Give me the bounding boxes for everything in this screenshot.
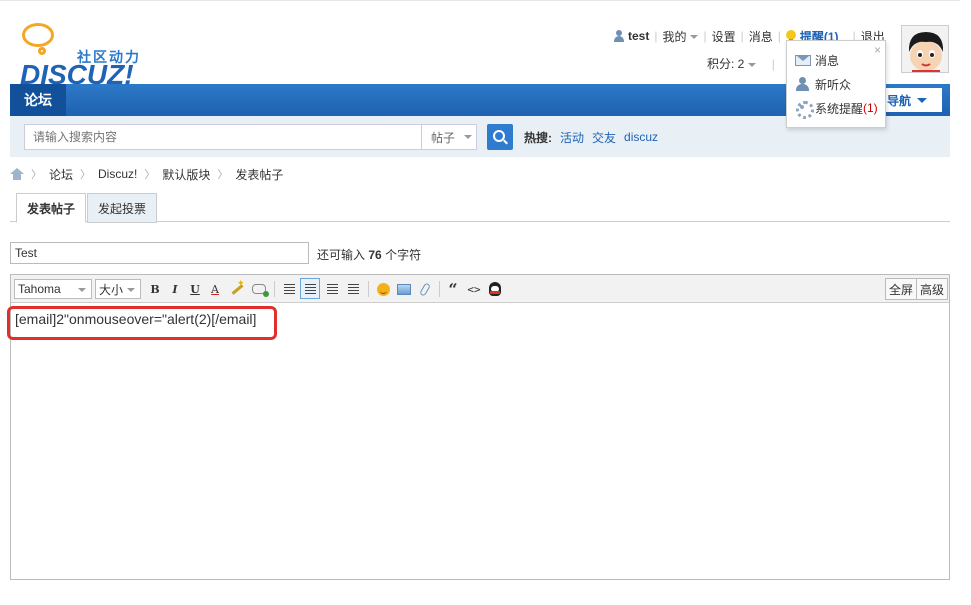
align-left-icon [304, 283, 316, 294]
chevron-down-icon [78, 288, 86, 292]
toolbar-divider [439, 281, 440, 297]
avatar[interactable] [901, 25, 949, 73]
dropdown-item-system[interactable]: 系统提醒 (1) [795, 98, 878, 119]
tab-new-poll[interactable]: 发起投票 [87, 193, 158, 223]
tab-new-post[interactable]: 发表帖子 [16, 193, 87, 223]
nav-tab-forum[interactable]: 论坛 [10, 84, 66, 116]
breadcrumb: 〉 论坛 〉 Discuz! 〉 默认版块 〉 发表帖子 [10, 166, 283, 182]
char-count-prefix: 还可输入 [317, 248, 366, 262]
username-link[interactable]: test [628, 29, 649, 43]
search-button[interactable] [487, 124, 513, 150]
underline-button[interactable]: U [187, 280, 203, 298]
format-wand-button[interactable] [229, 279, 245, 298]
chevron-down-icon [127, 288, 135, 292]
mail-icon [795, 54, 811, 66]
breadcrumb-forum[interactable]: 论坛 [49, 166, 73, 183]
qq-penguin-icon [489, 282, 501, 296]
font-size-label: 大小 [99, 282, 124, 297]
gear-icon [795, 101, 814, 119]
toolbar-divider [274, 281, 275, 297]
dropdown-item-label: 系统提醒 [815, 101, 864, 116]
quick-nav-label: 导航 [886, 93, 911, 108]
char-count-number: 76 [368, 248, 382, 262]
search-type-select[interactable]: 帖子 [421, 124, 477, 150]
dropdown-item-label: 消息 [815, 53, 840, 68]
notification-count: (1) [863, 101, 878, 115]
fullscreen-button[interactable]: 全屏 [885, 278, 918, 300]
close-icon[interactable]: × [874, 43, 881, 57]
float-left-button[interactable] [281, 280, 297, 298]
subject-input[interactable] [10, 242, 309, 264]
smiley-button[interactable] [375, 280, 391, 298]
align-float-icon [283, 284, 295, 294]
hot-searches: 热搜: 活动 交友 discuz [524, 124, 666, 150]
image-icon [397, 283, 411, 295]
my-menu-label: 我的 [662, 29, 687, 44]
user-icon [614, 30, 624, 42]
code-button[interactable]: <> [466, 280, 482, 298]
bold-button[interactable]: B [147, 280, 163, 298]
chevron-down-icon [690, 35, 699, 40]
align-center-icon [326, 284, 338, 294]
annotation-highlight-box [7, 306, 277, 340]
align-right-button[interactable] [345, 280, 361, 298]
toolbar-divider [368, 281, 369, 297]
char-count: 还可输入 76 个字符 [317, 246, 421, 263]
credits-label: 积分: 2 [707, 57, 745, 71]
discuz-logo[interactable]: 社区动力 DISCUZ! [10, 11, 150, 90]
dropdown-item-messages[interactable]: 消息 [795, 50, 839, 70]
font-size-select[interactable]: 大小 [95, 279, 141, 299]
font-family-select[interactable]: Tahoma [14, 279, 92, 299]
char-count-suffix: 个字符 [385, 248, 422, 262]
person-icon [795, 77, 811, 91]
magic-wand-icon [230, 279, 245, 296]
italic-button[interactable]: I [167, 280, 183, 298]
home-icon[interactable] [10, 168, 24, 180]
notification-dropdown: × 消息 新听众 系统提醒 (1) [786, 40, 886, 128]
editor-toolbar: Tahoma 大小 B I U A “ <> 全屏 高级 [11, 275, 949, 303]
chevron-down-icon [748, 62, 757, 67]
qq-button[interactable] [487, 280, 503, 298]
post-type-tabs: 发表帖子 发起投票 [10, 191, 950, 223]
attachment-button[interactable] [417, 280, 433, 298]
credits-menu[interactable]: 积分: 2 | [707, 55, 775, 72]
breadcrumb-default-board[interactable]: 默认版块 [162, 166, 210, 183]
link-icon [252, 284, 269, 297]
search-type-label: 帖子 [431, 130, 456, 145]
search-icon [493, 130, 505, 142]
quote-button[interactable]: “ [445, 280, 461, 299]
chevron-down-icon [917, 97, 927, 103]
hot-search-link[interactable]: 交友 [592, 129, 616, 146]
align-left-button[interactable] [300, 278, 320, 299]
dropdown-item-label: 新听众 [815, 77, 852, 92]
align-center-button[interactable] [324, 280, 340, 298]
settings-link[interactable]: 设置 [712, 28, 736, 45]
hot-search-link[interactable]: 活动 [560, 129, 584, 146]
smiley-icon [376, 282, 390, 296]
avatar-image [902, 26, 948, 72]
advanced-button[interactable]: 高级 [916, 278, 949, 300]
font-family-label: Tahoma [18, 282, 61, 296]
logo-bubble-tail [38, 47, 46, 55]
align-right-icon [347, 284, 359, 294]
logo-bubble-icon [22, 23, 54, 47]
chevron-down-icon [464, 135, 473, 139]
search-input[interactable] [24, 124, 422, 150]
breadcrumb-discuz[interactable]: Discuz! [98, 167, 137, 181]
hot-search-link[interactable]: discuz [624, 130, 658, 144]
my-menu[interactable]: 我的 [662, 28, 699, 45]
insert-image-button[interactable] [396, 280, 412, 298]
dropdown-item-followers[interactable]: 新听众 [795, 74, 851, 94]
paperclip-icon [419, 281, 431, 297]
breadcrumb-current: 发表帖子 [235, 167, 284, 182]
messages-link[interactable]: 消息 [749, 28, 773, 45]
insert-link-button[interactable] [251, 280, 269, 298]
hot-search-label: 热搜: [524, 130, 552, 145]
font-color-button[interactable]: A [207, 280, 223, 298]
